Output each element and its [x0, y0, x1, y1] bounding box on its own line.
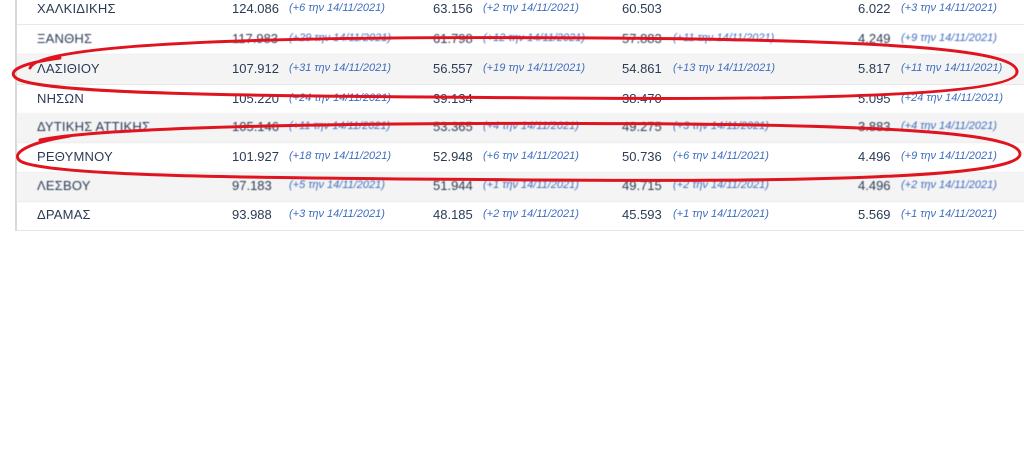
- value-cell: 63.156: [433, 1, 473, 16]
- table-row: ΝΗΣΩΝ 105.220 (+24 την 14/11/2021) 39.13…: [17, 85, 1024, 115]
- change-cell: (+2 την 14/11/2021): [673, 179, 769, 191]
- change-cell: (+6 την 14/11/2021): [483, 150, 579, 162]
- value-cell: 3.883: [858, 119, 891, 134]
- value-cell: 107.912: [232, 61, 279, 76]
- value-cell: 57.883: [622, 31, 662, 46]
- value-cell: 50.736: [622, 149, 662, 164]
- table-row: ΔΡΑΜΑΣ 93.988 (+3 την 14/11/2021) 48.185…: [17, 201, 1024, 231]
- change-cell: (+18 την 14/11/2021): [289, 150, 392, 162]
- change-cell: (+11 την 14/11/2021): [289, 120, 391, 132]
- table-row: ΛΑΣΙΘΙΟΥ 107.912 (+31 την 14/11/2021) 56…: [17, 55, 1024, 85]
- region-name: ΛΕΣΒΟΥ: [37, 178, 91, 193]
- change-cell: (+11 την 14/11/2021): [673, 32, 775, 44]
- value-cell: 97.183: [232, 178, 272, 193]
- value-cell: 93.988: [232, 207, 272, 222]
- change-cell: (+3 την 14/11/2021): [289, 208, 385, 220]
- table-row: ΔΥΤΙΚΗΣ ΑΤΤΙΚΗΣ 105.146 (+11 την 14/11/2…: [17, 113, 1024, 143]
- value-cell: 105.146: [232, 119, 279, 134]
- value-cell: 56.557: [433, 61, 473, 76]
- table-row: ΡΕΘΥΜΝΟΥ 101.927 (+18 την 14/11/2021) 52…: [17, 143, 1024, 173]
- change-cell: (+4 την 14/11/2021): [483, 120, 579, 132]
- change-cell: (+13 την 14/11/2021): [673, 62, 776, 74]
- value-cell: 39.134: [433, 91, 473, 106]
- region-name: ΡΕΘΥΜΝΟΥ: [37, 149, 113, 164]
- change-cell: (+1 την 14/11/2021): [483, 179, 579, 191]
- change-cell: (+6 την 14/11/2021): [673, 150, 769, 162]
- value-cell: 105.220: [232, 91, 279, 106]
- vaccination-table: ΧΑΛΚΙΔΙΚΗΣ 124.086 (+6 την 14/11/2021) 6…: [15, 0, 1024, 231]
- value-cell: 4.496: [858, 149, 891, 164]
- value-cell: 53.365: [433, 119, 473, 134]
- change-cell: (+1 την 14/11/2021): [901, 208, 997, 220]
- region-name: ΞΑΝΘΗΣ: [37, 31, 93, 46]
- change-cell: (+12 την 14/11/2021): [483, 32, 586, 44]
- change-cell: (+3 την 14/11/2021): [901, 2, 997, 14]
- value-cell: 6.022: [858, 1, 891, 16]
- value-cell: 5.095: [858, 91, 891, 106]
- change-cell: (+6 την 14/11/2021): [289, 2, 385, 14]
- region-name: ΝΗΣΩΝ: [37, 91, 84, 106]
- value-cell: 49.715: [622, 178, 662, 193]
- value-cell: 48.185: [433, 207, 473, 222]
- change-cell: (+2 την 14/11/2021): [483, 208, 579, 220]
- value-cell: 52.948: [433, 149, 473, 164]
- change-cell: (+2 την 14/11/2021): [483, 2, 579, 14]
- table-row: ΧΑΛΚΙΔΙΚΗΣ 124.086 (+6 την 14/11/2021) 6…: [17, 0, 1024, 25]
- value-cell: 124.086: [232, 1, 279, 16]
- value-cell: 101.927: [232, 149, 279, 164]
- value-cell: 38.470: [622, 91, 662, 106]
- change-cell: (+1 την 14/11/2021): [673, 208, 769, 220]
- change-cell: (+24 την 14/11/2021): [289, 92, 392, 104]
- value-cell: 45.593: [622, 207, 662, 222]
- change-cell: (+19 την 14/11/2021): [483, 62, 586, 74]
- change-cell: (+29 την 14/11/2021): [289, 32, 392, 44]
- change-cell: (+4 την 14/11/2021): [901, 120, 997, 132]
- change-cell: (+2 την 14/11/2021): [901, 179, 997, 191]
- value-cell: 4.249: [858, 31, 891, 46]
- value-cell: 51.944: [433, 178, 473, 193]
- change-cell: (+24 την 14/11/2021): [901, 92, 1004, 104]
- value-cell: 49.275: [622, 119, 662, 134]
- change-cell: (+9 την 14/11/2021): [901, 32, 997, 44]
- value-cell: 54.861: [622, 61, 662, 76]
- region-name: ΧΑΛΚΙΔΙΚΗΣ: [37, 1, 116, 16]
- screenshot-frame: ΧΑΛΚΙΔΙΚΗΣ 124.086 (+6 την 14/11/2021) 6…: [0, 0, 1024, 451]
- region-name: ΔΥΤΙΚΗΣ ΑΤΤΙΚΗΣ: [37, 119, 151, 134]
- region-name: ΛΑΣΙΘΙΟΥ: [37, 61, 100, 76]
- change-cell: (+31 την 14/11/2021): [289, 62, 392, 74]
- change-cell: (+9 την 14/11/2021): [901, 150, 997, 162]
- region-name: ΔΡΑΜΑΣ: [37, 207, 91, 222]
- value-cell: 4.496: [858, 178, 891, 193]
- value-cell: 5.817: [858, 61, 891, 76]
- change-cell: (+5 την 14/11/2021): [289, 179, 385, 191]
- value-cell: 61.798: [433, 31, 473, 46]
- table-row: ΛΕΣΒΟΥ 97.183 (+5 την 14/11/2021) 51.944…: [17, 172, 1024, 202]
- change-cell: (+3 την 14/11/2021): [673, 120, 769, 132]
- value-cell: 60.503: [622, 1, 662, 16]
- change-cell: (+11 την 14/11/2021): [901, 62, 1003, 74]
- value-cell: 117.983: [232, 31, 279, 46]
- table-row: ΞΑΝΘΗΣ 117.983 (+29 την 14/11/2021) 61.7…: [17, 25, 1024, 55]
- value-cell: 5.569: [858, 207, 891, 222]
